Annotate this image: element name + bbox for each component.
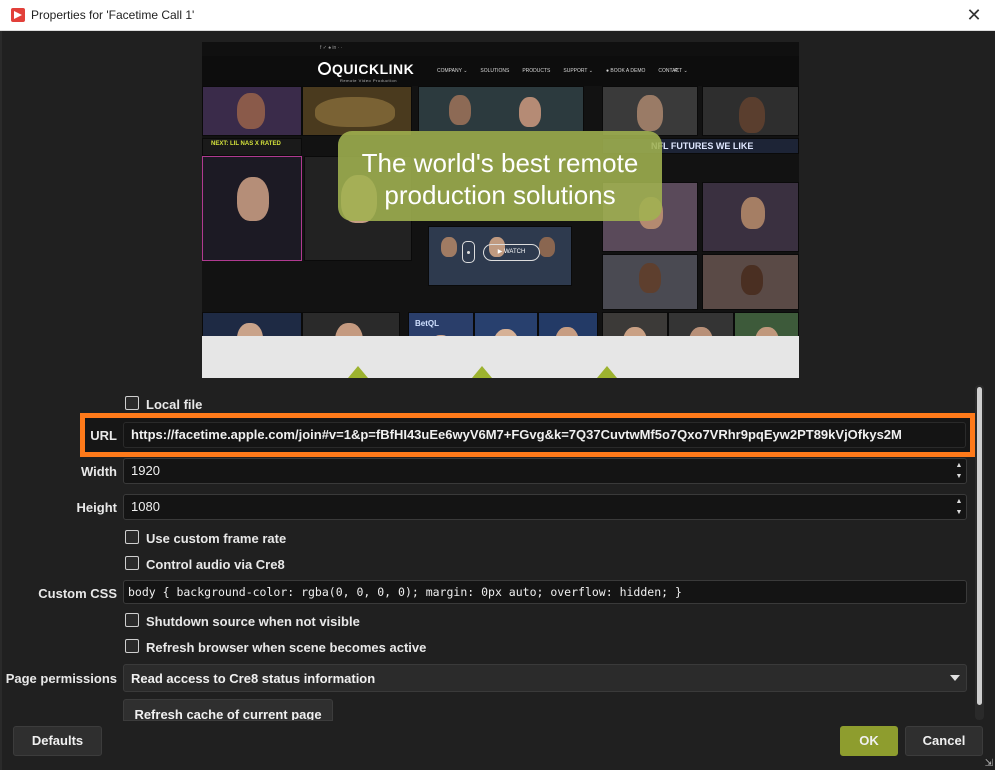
window-title: Properties for 'Facetime Call 1' — [31, 8, 195, 22]
url-label: URL — [90, 428, 117, 443]
app-icon — [11, 8, 25, 22]
browser-preview: f ✓ ♠ in · · QUICKLINK Remote Video Prod… — [202, 42, 799, 378]
shutdown-source-checkbox[interactable] — [125, 613, 139, 627]
page-permissions-select[interactable]: Read access to Cre8 status information — [123, 664, 967, 692]
custom-css-label: Custom CSS — [38, 586, 117, 601]
video-tile — [602, 254, 698, 310]
video-tile — [202, 86, 302, 136]
title-bar: Properties for 'Facetime Call 1' ✕ — [0, 0, 995, 31]
defaults-button[interactable]: Defaults — [13, 726, 102, 756]
height-spin-up-icon[interactable]: ▲ — [954, 498, 964, 506]
preview-menu-item: SUPPORT ⌄ — [563, 68, 593, 74]
scrollbar-thumb[interactable] — [977, 387, 982, 705]
tile-caption: NFL FUTURES WE LIKE — [651, 141, 754, 151]
width-input[interactable]: 1920 ▲ ▼ — [123, 458, 967, 484]
preview-menu-item: PRODUCTS — [522, 68, 551, 74]
video-tile — [702, 182, 799, 252]
triangle-icon — [597, 366, 617, 378]
width-spin-up-icon[interactable]: ▲ — [954, 462, 964, 470]
hero-line-2: production solutions — [384, 180, 616, 210]
local-file-checkbox[interactable] — [125, 396, 139, 410]
preview-header: QUICKLINK Remote Video Production COMPAN… — [202, 56, 799, 86]
page-permissions-label: Page permissions — [5, 671, 117, 686]
control-audio-checkbox[interactable] — [125, 556, 139, 570]
close-icon[interactable]: ✕ — [963, 4, 985, 26]
width-label: Width — [81, 464, 117, 479]
video-tile — [418, 86, 584, 132]
height-value: 1080 — [131, 499, 160, 514]
video-tile — [702, 254, 799, 310]
triangle-icon — [348, 366, 368, 378]
preview-menu-item: ● BOOK A DEMO — [605, 68, 646, 74]
video-tile — [202, 156, 302, 261]
resize-grip-icon[interactable]: ⇲ — [985, 758, 993, 769]
preview-menu: COMPANY ⌄ SOLUTIONS PRODUCTS SUPPORT ⌄ ●… — [437, 68, 688, 74]
width-value: 1920 — [131, 463, 160, 478]
preview-menu-item: SOLUTIONS — [480, 68, 510, 74]
local-file-label: Local file — [146, 397, 203, 412]
height-label: Height — [76, 500, 117, 515]
form-scrollbar[interactable] — [975, 385, 984, 720]
page-permissions-value: Read access to Cre8 status information — [131, 671, 376, 686]
preview-logo-tag: Remote Video Production — [340, 78, 398, 83]
refresh-browser-checkbox[interactable] — [125, 639, 139, 653]
refresh-cache-button[interactable]: Refresh cache of current page — [123, 699, 333, 721]
width-spin-down-icon[interactable]: ▼ — [954, 473, 964, 481]
control-audio-label: Control audio via Cre8 — [146, 557, 285, 572]
tile-caption: NEXT: LIL NAS X RATED — [211, 141, 281, 147]
preview-scroll-indicator-icon — [462, 241, 475, 263]
ok-button[interactable]: OK — [840, 726, 898, 756]
url-input[interactable]: https://facetime.apple.com/join#v=1&p=fB… — [123, 422, 966, 448]
chevron-down-icon — [950, 675, 960, 681]
preview-logo: QUICKLINK Remote Video Production — [318, 61, 414, 83]
height-input[interactable]: 1080 ▲ ▼ — [123, 494, 967, 520]
preview-watch-button: ▶ WATCH — [483, 244, 540, 261]
video-tile — [702, 86, 799, 136]
cancel-button[interactable]: Cancel — [905, 726, 983, 756]
triangle-icon — [472, 366, 492, 378]
video-tile — [302, 86, 412, 136]
shutdown-source-label: Shutdown source when not visible — [146, 614, 360, 629]
custom-frame-rate-checkbox[interactable] — [125, 530, 139, 544]
preview-search-icon: ⌕ — [674, 65, 679, 74]
video-tile: NEXT: LIL NAS X RATED — [202, 138, 302, 156]
tile-caption: BetQL — [415, 319, 439, 328]
video-tile — [602, 86, 698, 136]
preview-top-nav: f ✓ ♠ in · · — [202, 42, 799, 56]
preview-hero-banner: The world's best remote production solut… — [338, 131, 662, 221]
refresh-browser-label: Refresh browser when scene becomes activ… — [146, 640, 427, 655]
preview-menu-item: COMPANY ⌄ — [437, 68, 468, 74]
hero-line-1: The world's best remote — [361, 148, 639, 178]
preview-nav-text: f ✓ ♠ in · · — [320, 45, 343, 51]
logo-ring-icon — [318, 62, 331, 75]
height-spin-down-icon[interactable]: ▼ — [954, 509, 964, 517]
preview-lower-section — [202, 336, 799, 378]
custom-frame-rate-label: Use custom frame rate — [146, 531, 287, 546]
custom-css-input[interactable]: body { background-color: rgba(0, 0, 0, 0… — [123, 580, 967, 604]
